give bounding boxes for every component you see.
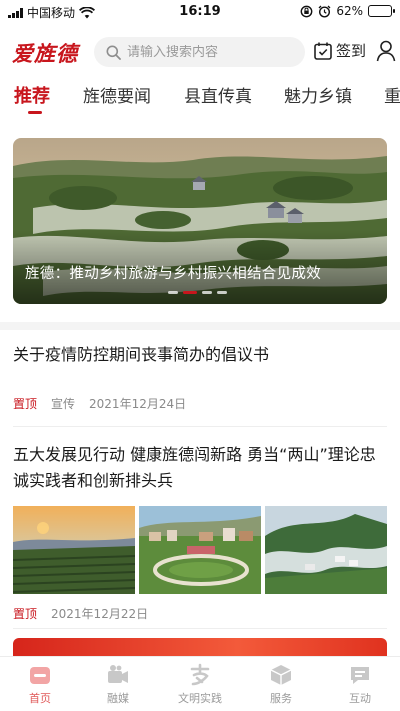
alarm-icon: [318, 5, 331, 18]
tab-county-bulletin[interactable]: 县直传真: [184, 82, 252, 107]
pinned-badge: 置顶: [13, 397, 38, 411]
tab-more[interactable]: 重: [384, 82, 400, 107]
carousel-dot[interactable]: [202, 291, 212, 294]
nav-label: 服务: [270, 692, 292, 705]
item-divider: [13, 426, 387, 427]
news-source: 宣传: [51, 397, 76, 411]
item-divider: [13, 628, 387, 629]
app-header: 爱旌德 签到: [0, 34, 400, 70]
nav-media[interactable]: 融媒: [88, 663, 148, 706]
news-meta-2: 置顶 2021年12月22日: [13, 605, 148, 622]
bottom-navigation: 首页 融媒 文明实践 服务 互动: [0, 656, 400, 711]
banner-caption[interactable]: 旌德：推动乡村旅游与乡村振兴相结合见成效: [25, 262, 321, 283]
search-icon: [106, 45, 121, 60]
battery-icon: [368, 5, 395, 17]
nav-home[interactable]: 首页: [10, 663, 70, 706]
news-thumbnail-town-park[interactable]: [139, 506, 261, 594]
civilization-practice-icon: [190, 663, 210, 686]
next-card-preview[interactable]: [13, 638, 387, 658]
carousel-dot[interactable]: [217, 291, 227, 294]
chat-icon: [351, 667, 369, 684]
calendar-check-icon: [314, 42, 332, 60]
news-meta-1: 置顶 宣传 2021年12月24日: [13, 395, 186, 412]
carousel-indicator: [168, 291, 227, 294]
status-bar: 中国移动 16:19 62%: [0, 0, 400, 24]
carousel-dot[interactable]: [168, 291, 178, 294]
news-thumbnail-mountain-village[interactable]: [265, 506, 387, 594]
tab-recommend[interactable]: 推荐: [14, 82, 50, 108]
nav-label: 融媒: [107, 692, 129, 705]
news-date: 2021年12月22日: [51, 607, 149, 621]
tab-jingde-news[interactable]: 旌德要闻: [83, 82, 151, 107]
news-title-1[interactable]: 关于疫情防控期间丧事简办的倡议书: [13, 342, 389, 368]
nav-label: 首页: [29, 692, 51, 705]
search-input[interactable]: [127, 44, 297, 60]
tab-charming-towns[interactable]: 魅力乡镇: [284, 82, 352, 107]
thumbnail-image-mountain-village: [265, 506, 387, 594]
signin-button[interactable]: 签到: [313, 40, 366, 61]
nav-label: 互动: [349, 692, 371, 705]
thumbnail-image-tea-field: [13, 506, 135, 594]
news-date: 2021年12月24日: [89, 397, 187, 411]
news-title-2[interactable]: 五大发展见行动 健康旌德闯新路 勇当“两山”理论忠诚实践者和创新排头兵: [13, 442, 389, 494]
user-profile-icon[interactable]: [376, 40, 396, 62]
search-bar[interactable]: [94, 37, 305, 67]
home-icon: [30, 667, 50, 684]
news-thumbnail-tea-field[interactable]: [13, 506, 135, 594]
nav-interaction[interactable]: 互动: [330, 663, 390, 706]
category-tabs: 推荐 旌德要闻 县直传真 魅力乡镇 重: [0, 82, 400, 118]
nav-services[interactable]: 服务: [251, 663, 311, 706]
nav-label: 文明实践: [178, 692, 222, 705]
signin-label: 签到: [336, 42, 367, 60]
active-tab-indicator: [28, 111, 42, 114]
carousel-dot-active[interactable]: [183, 291, 197, 294]
video-camera-icon: [108, 665, 128, 683]
cube-service-icon: [270, 665, 292, 685]
battery-percent: 62%: [336, 4, 363, 18]
app-logo: 爱旌德: [12, 41, 78, 66]
nav-civilization-practice[interactable]: 文明实践: [170, 663, 230, 706]
pinned-badge: 置顶: [13, 607, 38, 621]
section-divider: [0, 322, 400, 330]
status-right: 62%: [300, 4, 395, 18]
lock-rotation-icon: [300, 5, 313, 17]
thumbnail-image-town-park: [139, 506, 261, 594]
